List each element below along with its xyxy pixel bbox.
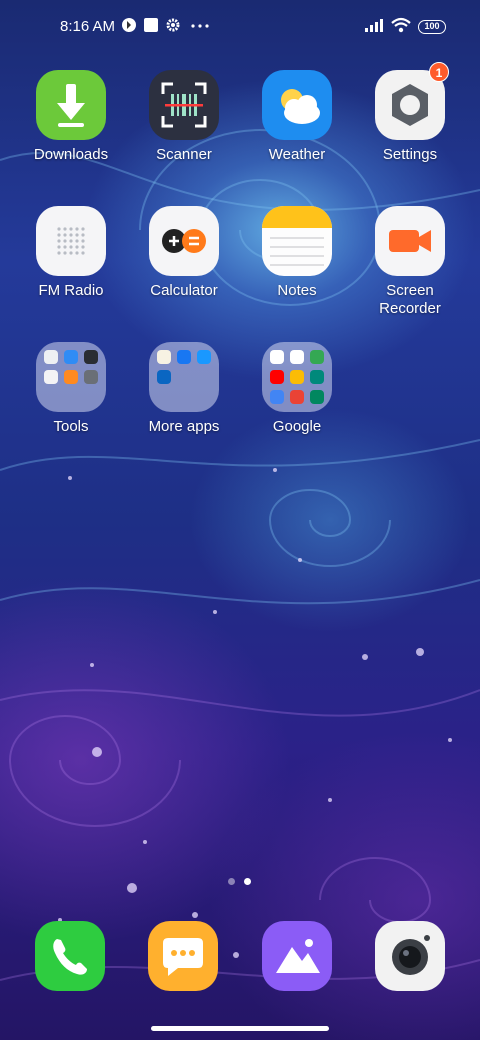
square-notification-icon bbox=[144, 18, 158, 32]
assistant-icon bbox=[290, 390, 304, 404]
play-store-icon bbox=[310, 390, 324, 404]
radio-grille-icon bbox=[36, 206, 106, 276]
amazon-icon bbox=[157, 350, 171, 364]
gear-icon bbox=[166, 18, 180, 32]
download-arrow-icon bbox=[36, 70, 106, 140]
app-label: Tools bbox=[53, 418, 89, 435]
video-camera-icon bbox=[375, 206, 445, 276]
folder-google[interactable]: Google bbox=[242, 342, 352, 436]
google-icon bbox=[270, 350, 284, 364]
folder-icon bbox=[149, 342, 219, 412]
youtube-icon bbox=[270, 370, 284, 384]
page-dot[interactable] bbox=[228, 878, 235, 885]
app-scanner[interactable]: Scanner bbox=[129, 70, 239, 164]
app-label: Settings bbox=[382, 146, 438, 163]
drive-icon bbox=[270, 390, 284, 404]
prime-video-icon bbox=[197, 350, 211, 364]
page-dot-current[interactable] bbox=[244, 878, 251, 885]
app-fm-radio[interactable]: FM Radio bbox=[16, 206, 126, 300]
app-label: More apps bbox=[148, 418, 220, 435]
status-time: 8:16 AM bbox=[60, 18, 116, 35]
contacts-icon bbox=[44, 370, 58, 384]
folder-tools[interactable]: Tools bbox=[16, 342, 126, 436]
more-dots-icon bbox=[191, 24, 209, 28]
sound-icon bbox=[44, 350, 58, 364]
gesture-nav-handle[interactable] bbox=[151, 1026, 329, 1031]
infinity-icon bbox=[64, 350, 78, 364]
folder-icon bbox=[36, 342, 106, 412]
wifi-icon bbox=[391, 17, 411, 33]
notification-badge: 1 bbox=[429, 62, 449, 82]
app-calculator[interactable]: Calculator bbox=[129, 206, 239, 300]
maps-icon bbox=[310, 350, 324, 364]
photos-icon bbox=[290, 370, 304, 384]
app-label: Scanner bbox=[156, 146, 212, 163]
app-label: Notes bbox=[277, 282, 317, 299]
folder-icon bbox=[262, 342, 332, 412]
app-label: Downloads bbox=[33, 146, 109, 163]
app-label: Google bbox=[272, 418, 322, 435]
dock-camera[interactable] bbox=[375, 921, 445, 991]
phone-handset-icon bbox=[53, 939, 87, 975]
folder-more-apps[interactable]: More apps bbox=[129, 342, 239, 436]
compass-icon bbox=[84, 350, 98, 364]
signal-icon bbox=[365, 19, 383, 32]
gmail-icon bbox=[290, 350, 304, 364]
facebook-icon bbox=[177, 350, 191, 364]
app-label: Screen Recorder bbox=[379, 282, 441, 317]
app-notes[interactable]: Notes bbox=[242, 206, 352, 300]
list-icon bbox=[64, 370, 78, 384]
calculator-icon bbox=[149, 206, 219, 276]
app-settings[interactable]: 1 Settings bbox=[355, 62, 465, 164]
vpn-icon bbox=[122, 18, 136, 32]
gear-icon bbox=[84, 370, 98, 384]
notepad-icon bbox=[262, 206, 332, 276]
dock-phone[interactable] bbox=[35, 921, 105, 991]
battery-icon: 100 bbox=[418, 20, 446, 34]
app-label: Calculator bbox=[150, 282, 218, 299]
dock-gallery[interactable] bbox=[262, 921, 332, 991]
sun-cloud-icon bbox=[262, 70, 332, 140]
linkedin-icon bbox=[157, 370, 171, 384]
barcode-scanner-icon bbox=[149, 70, 219, 140]
app-label: Weather bbox=[268, 146, 326, 163]
chat-bubble-icon bbox=[163, 938, 203, 976]
app-downloads[interactable]: Downloads bbox=[16, 70, 126, 164]
camera-lens-icon bbox=[392, 935, 430, 975]
app-screen-recorder[interactable]: Screen Recorder bbox=[355, 206, 465, 318]
meet-icon bbox=[310, 370, 324, 384]
dock-messaging[interactable] bbox=[148, 921, 218, 991]
app-weather[interactable]: Weather bbox=[242, 70, 352, 164]
app-label: FM Radio bbox=[38, 282, 104, 299]
mountain-photo-icon bbox=[276, 939, 320, 973]
status-bar: 8:16 AM 100 bbox=[0, 0, 480, 56]
